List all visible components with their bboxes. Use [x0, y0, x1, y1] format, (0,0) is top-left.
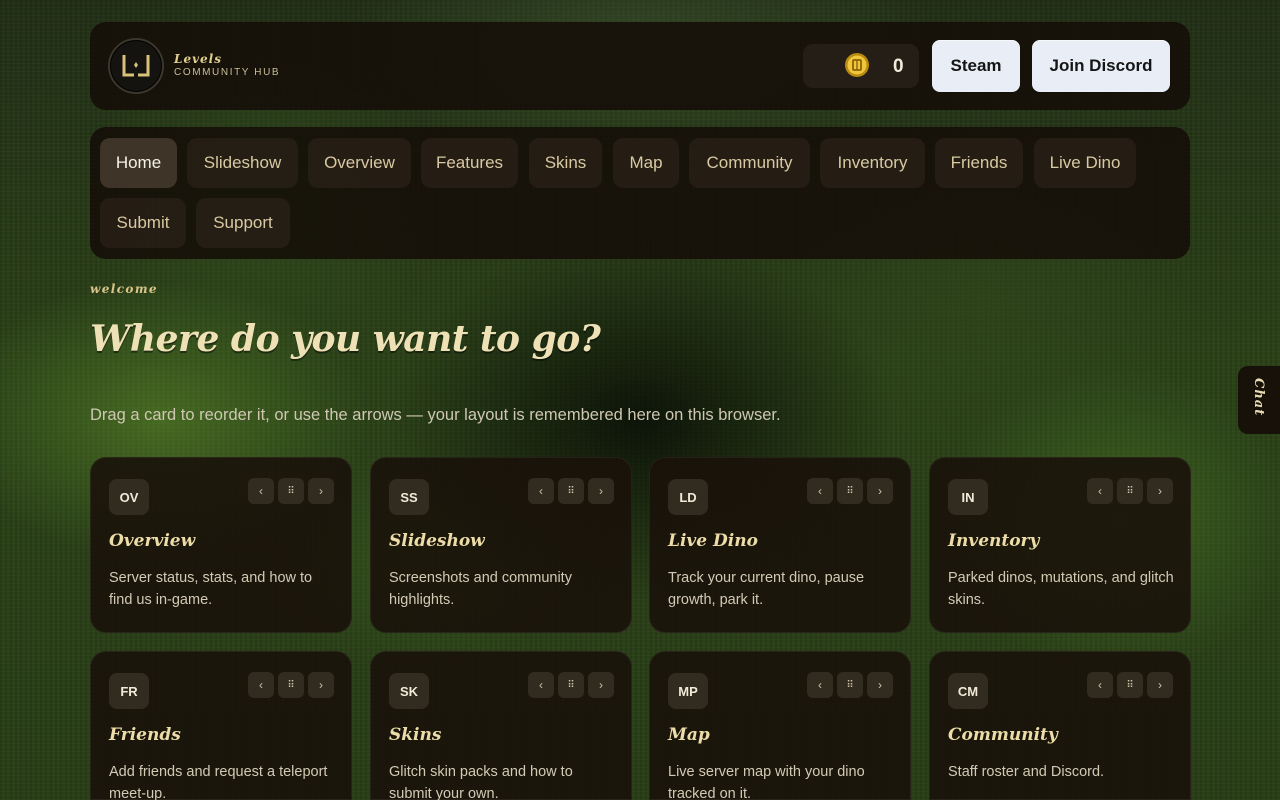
- drag-handle-icon[interactable]: ⠿: [837, 672, 863, 698]
- main-nav: Home Slideshow Overview Features Skins M…: [90, 127, 1190, 259]
- card-description: Live server map with your dino tracked o…: [668, 764, 865, 800]
- card-skins[interactable]: SK ‹ ⠿ › Skins Glitch skin packs and how…: [370, 651, 632, 800]
- move-left-button[interactable]: ‹: [248, 672, 274, 698]
- card-slideshow[interactable]: SS ‹ ⠿ › Slideshow Screenshots and commu…: [370, 457, 632, 633]
- card-description: Glitch skin packs and how to submit your…: [389, 764, 573, 800]
- card-abbr: FR: [109, 673, 149, 709]
- drag-handle-icon[interactable]: ⠿: [558, 672, 584, 698]
- card-inventory[interactable]: IN ‹ ⠿ › Inventory Parked dinos, mutatio…: [929, 457, 1191, 633]
- card-title: Slideshow: [389, 531, 485, 551]
- card-overview[interactable]: OV ‹ ⠿ › Overview Server status, stats, …: [90, 457, 352, 633]
- card-community[interactable]: CM ‹ ⠿ › Community Staff roster and Disc…: [929, 651, 1191, 800]
- nav-submit[interactable]: Submit: [100, 198, 186, 248]
- move-left-button[interactable]: ‹: [807, 672, 833, 698]
- nav-friends[interactable]: Friends: [935, 138, 1023, 188]
- move-left-button[interactable]: ‹: [528, 478, 554, 504]
- nav-map[interactable]: Map: [613, 138, 679, 188]
- drag-handle-icon[interactable]: ⠿: [1117, 478, 1143, 504]
- card-live-dino[interactable]: LD ‹ ⠿ › Live Dino Track your current di…: [649, 457, 911, 633]
- card-title: Live Dino: [668, 531, 758, 551]
- card-title: Friends: [109, 725, 181, 745]
- brand-subtitle: COMMUNITY HUB: [174, 67, 281, 78]
- card-title: Skins: [389, 725, 442, 745]
- card-friends[interactable]: FR ‹ ⠿ › Friends Add friends and request…: [90, 651, 352, 800]
- drag-handle-icon[interactable]: ⠿: [837, 478, 863, 504]
- coin-count: 0: [893, 56, 904, 77]
- welcome-eyebrow: welcome: [90, 282, 158, 296]
- card-abbr: CM: [948, 673, 988, 709]
- nav-live-dino[interactable]: Live Dino: [1034, 138, 1136, 188]
- card-description: Server status, stats, and how to find us…: [109, 570, 313, 608]
- move-right-button[interactable]: ›: [588, 672, 614, 698]
- card-abbr: SK: [389, 673, 429, 709]
- nav-home[interactable]: Home: [100, 138, 177, 188]
- nav-features[interactable]: Features: [421, 138, 518, 188]
- coin-icon: [845, 53, 869, 77]
- move-left-button[interactable]: ‹: [807, 478, 833, 504]
- nav-slideshow[interactable]: Slideshow: [187, 138, 298, 188]
- drag-handle-icon[interactable]: ⠿: [558, 478, 584, 504]
- move-left-button[interactable]: ‹: [248, 478, 274, 504]
- brand-name: Levels: [174, 52, 222, 66]
- move-right-button[interactable]: ›: [308, 672, 334, 698]
- chat-tab-label: Chat: [1251, 378, 1266, 417]
- move-right-button[interactable]: ›: [308, 478, 334, 504]
- card-abbr: LD: [668, 479, 708, 515]
- move-right-button[interactable]: ›: [867, 478, 893, 504]
- card-description: Track your current dino, pause growth, p…: [668, 570, 865, 608]
- site-header: Levels COMMUNITY HUB 0 Steam Join Discor…: [90, 22, 1190, 110]
- chat-tab[interactable]: Chat: [1238, 366, 1280, 434]
- card-title: Map: [668, 725, 710, 745]
- nav-overview[interactable]: Overview: [308, 138, 411, 188]
- move-right-button[interactable]: ›: [588, 478, 614, 504]
- card-title: Community: [948, 725, 1058, 745]
- card-abbr: MP: [668, 673, 708, 709]
- drag-handle-icon[interactable]: ⠿: [1117, 672, 1143, 698]
- nav-inventory[interactable]: Inventory: [820, 138, 925, 188]
- levels-logo-icon[interactable]: [108, 38, 164, 94]
- move-left-button[interactable]: ‹: [1087, 478, 1113, 504]
- card-description: Add friends and request a teleport meet-…: [109, 764, 328, 800]
- steam-button[interactable]: Steam: [932, 40, 1020, 92]
- card-title: Inventory: [948, 531, 1040, 551]
- move-right-button[interactable]: ›: [1147, 478, 1173, 504]
- move-left-button[interactable]: ‹: [528, 672, 554, 698]
- join-discord-button[interactable]: Join Discord: [1032, 40, 1170, 92]
- card-description: Parked dinos, mutations, and glitch skin…: [948, 570, 1174, 608]
- move-right-button[interactable]: ›: [1147, 672, 1173, 698]
- card-abbr: SS: [389, 479, 429, 515]
- nav-community[interactable]: Community: [689, 138, 810, 188]
- card-map[interactable]: MP ‹ ⠿ › Map Live server map with your d…: [649, 651, 911, 800]
- card-description: Staff roster and Discord.: [948, 764, 1105, 780]
- move-left-button[interactable]: ‹: [1087, 672, 1113, 698]
- card-title: Overview: [109, 531, 196, 551]
- page-subtitle: Drag a card to reorder it, or use the ar…: [90, 406, 781, 424]
- move-right-button[interactable]: ›: [867, 672, 893, 698]
- nav-skins[interactable]: Skins: [529, 138, 602, 188]
- card-description: Screenshots and community highlights.: [389, 570, 572, 608]
- drag-handle-icon[interactable]: ⠿: [278, 672, 304, 698]
- drag-handle-icon[interactable]: ⠿: [278, 478, 304, 504]
- coin-balance: 0: [803, 44, 919, 88]
- card-abbr: OV: [109, 479, 149, 515]
- nav-support[interactable]: Support: [196, 198, 290, 248]
- card-abbr: IN: [948, 479, 988, 515]
- page-title: Where do you want to go?: [90, 318, 601, 360]
